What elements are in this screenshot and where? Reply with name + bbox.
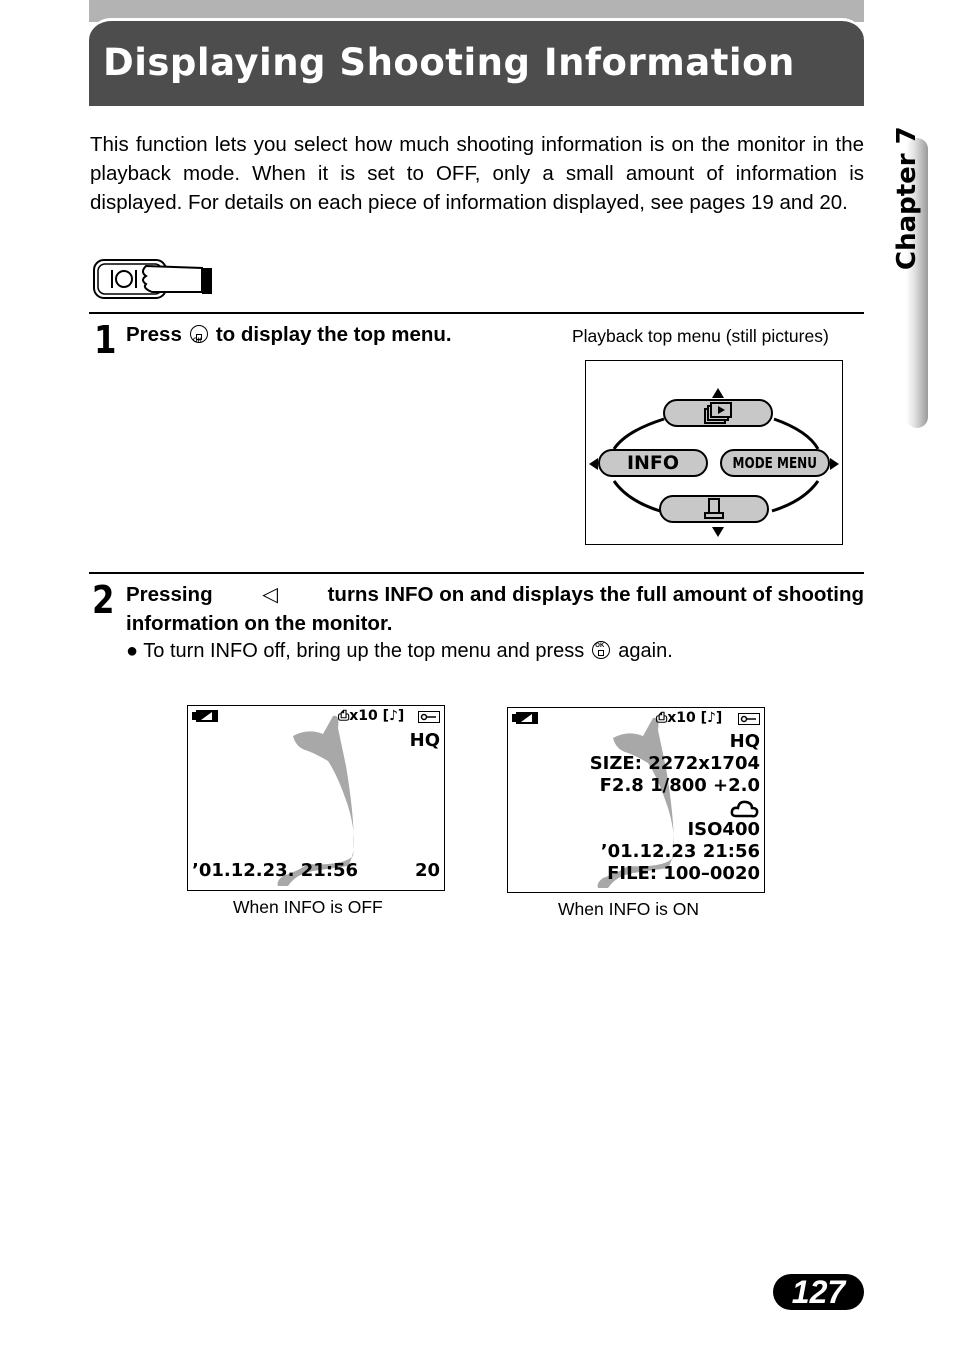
iso-value: ISO400 xyxy=(687,819,760,840)
print-count: x10 xyxy=(667,710,696,726)
datetime: ’01.12.23. 21:56 xyxy=(192,860,359,881)
step1-text: Press to display the top menu. xyxy=(126,320,452,356)
ok-button-icon xyxy=(189,325,208,356)
battery-icon xyxy=(512,712,538,724)
datetime: ’01.12.23 21:56 xyxy=(600,841,760,862)
menu-playback-button[interactable] xyxy=(663,399,773,427)
print-reserve-icon: ⎙ xyxy=(338,708,350,724)
step2-text: Pressing ◁ turns INFO on and displays th… xyxy=(126,580,864,638)
monitor-info-on: ⎙x10 [♪] HQ SIZE: 2272x1704 F2.8 1/800 +… xyxy=(507,707,765,893)
cloudy-white-balance-icon xyxy=(730,800,759,818)
top-status: ⎙x10 [♪] xyxy=(656,710,722,726)
chapter-label: Chapter 7 xyxy=(892,126,922,270)
step1-divider xyxy=(89,312,864,314)
up-arrow-icon xyxy=(712,388,724,398)
page-number: 127 xyxy=(773,1274,864,1310)
right-arrow-icon xyxy=(830,458,839,470)
protect-key-icon xyxy=(418,711,440,723)
menu-figure-caption: Playback top menu (still pictures) xyxy=(572,326,829,346)
page-title: Displaying Shooting Information xyxy=(103,41,795,84)
down-arrow-icon xyxy=(712,527,724,537)
step1-text-after: to display the top menu. xyxy=(215,323,452,346)
monitor-info-off: ⎙x10 [♪] HQ ’01.12.23. 21:56 20 xyxy=(187,705,445,891)
step1-number: 1 xyxy=(93,318,117,362)
menu-mode-menu-button[interactable]: MODE MENU xyxy=(720,449,830,477)
playback-top-menu-figure: INFO MODE MENU xyxy=(585,360,843,545)
menu-info-label: INFO xyxy=(626,452,680,474)
bullet-text-before: To turn INFO off, bring up the top menu … xyxy=(143,640,585,662)
file-number: FILE: 100–0020 xyxy=(607,863,760,884)
step2-text-before: Pressing xyxy=(126,583,213,606)
intro-paragraph: This function lets you select how much s… xyxy=(90,133,864,214)
step2-divider xyxy=(89,572,864,574)
step1-text-before: Press xyxy=(126,323,182,346)
menu-info-button[interactable]: INFO xyxy=(598,449,708,477)
print-count: x10 xyxy=(349,708,378,724)
ok-button-icon xyxy=(592,641,611,659)
caption-info-off: When INFO is OFF xyxy=(233,897,383,917)
protect-key-icon xyxy=(738,713,760,725)
step2-text-after: turns INFO on and displays the full amou… xyxy=(327,583,864,606)
print-icon xyxy=(704,498,724,519)
bullet-text-after: again. xyxy=(618,640,673,662)
playback-icon xyxy=(704,402,732,424)
step2-bullet: ● To turn INFO off, bring up the top men… xyxy=(126,640,673,663)
top-status: ⎙x10 [♪] xyxy=(338,708,404,724)
title-banner: Displaying Shooting Information xyxy=(89,18,864,106)
step2-line1: Pressing ◁ turns INFO on and displays th… xyxy=(126,580,864,609)
step2-line2: information on the monitor. xyxy=(126,612,393,635)
image-size: SIZE: 2272x1704 xyxy=(589,753,760,774)
menu-mode-menu-label: MODE MENU xyxy=(732,454,818,472)
direct-button-hand-icon xyxy=(93,259,212,299)
sound-icon: [♪] xyxy=(700,710,723,726)
sound-icon: [♪] xyxy=(382,708,405,724)
battery-icon xyxy=(192,710,218,722)
print-reserve-icon: ⎙ xyxy=(656,710,668,726)
caption-info-on: When INFO is ON xyxy=(558,899,699,919)
left-arrow-icon xyxy=(589,458,598,470)
quality-label: HQ xyxy=(729,731,760,752)
bullet-icon: ● xyxy=(126,640,139,662)
quality-label: HQ xyxy=(409,730,440,751)
left-arrow-icon: ◁ xyxy=(262,583,278,606)
menu-print-button[interactable] xyxy=(659,495,769,523)
step2-number: 2 xyxy=(91,578,115,622)
frame-number: 20 xyxy=(414,860,440,881)
exposure-info: F2.8 1/800 +2.0 xyxy=(599,775,760,796)
